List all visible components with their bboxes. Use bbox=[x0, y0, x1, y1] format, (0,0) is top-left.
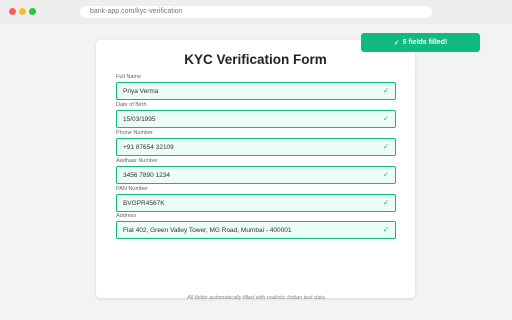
full-name-label: Full Name bbox=[116, 74, 142, 80]
address-input[interactable]: Flat 402, Green Valley Tower, MG Road, M… bbox=[116, 221, 396, 239]
toast-text: 5 fields filled! bbox=[402, 39, 448, 46]
aadhaar-number-value: 3456 7890 1234 bbox=[123, 172, 170, 179]
check-icon: ✓ bbox=[382, 170, 389, 179]
full-name-input[interactable]: Priya Verma ✓ bbox=[116, 82, 396, 100]
aadhaar-number-input[interactable]: 3456 7890 1234 ✓ bbox=[116, 166, 396, 184]
close-window-dot[interactable] bbox=[9, 8, 16, 15]
pan-number-label: PAN Number bbox=[116, 186, 148, 192]
pan-number-input[interactable]: BVGPR4567K ✓ bbox=[116, 194, 396, 212]
kyc-form-card: KYC Verification Form Full Name Priya Ve… bbox=[96, 40, 415, 298]
date-of-birth-label: Date of Birth bbox=[116, 102, 147, 108]
date-of-birth-value: 15/03/1995 bbox=[123, 116, 156, 123]
aadhaar-number-label: Aadhaar Number bbox=[116, 158, 158, 164]
check-icon: ✓ bbox=[382, 198, 389, 207]
check-icon: ✓ bbox=[393, 39, 400, 47]
fields-filled-toast: ✓ 5 fields filled! bbox=[361, 33, 480, 52]
browser-chrome: bank-app.com/kyc-verification bbox=[0, 0, 512, 24]
address-value: Flat 402, Green Valley Tower, MG Road, M… bbox=[123, 227, 292, 234]
minimize-window-dot[interactable] bbox=[19, 8, 26, 15]
check-icon: ✓ bbox=[382, 86, 389, 95]
phone-number-value: +91 87654 32109 bbox=[123, 144, 174, 151]
maximize-window-dot[interactable] bbox=[29, 8, 36, 15]
autofill-footnote: All fields automatically filled with rea… bbox=[187, 295, 325, 301]
address-label: Address bbox=[116, 213, 137, 219]
check-icon: ✓ bbox=[382, 225, 389, 234]
check-icon: ✓ bbox=[382, 114, 389, 123]
address-bar[interactable]: bank-app.com/kyc-verification bbox=[80, 6, 432, 18]
check-icon: ✓ bbox=[382, 142, 389, 151]
pan-number-value: BVGPR4567K bbox=[123, 200, 165, 207]
form-title: KYC Verification Form bbox=[184, 52, 327, 67]
address-bar-url: bank-app.com/kyc-verification bbox=[90, 8, 183, 15]
date-of-birth-input[interactable]: 15/03/1995 ✓ bbox=[116, 110, 396, 128]
full-name-value: Priya Verma bbox=[123, 88, 159, 95]
phone-number-input[interactable]: +91 87654 32109 ✓ bbox=[116, 138, 396, 156]
phone-number-label: Phone Number bbox=[116, 130, 153, 136]
